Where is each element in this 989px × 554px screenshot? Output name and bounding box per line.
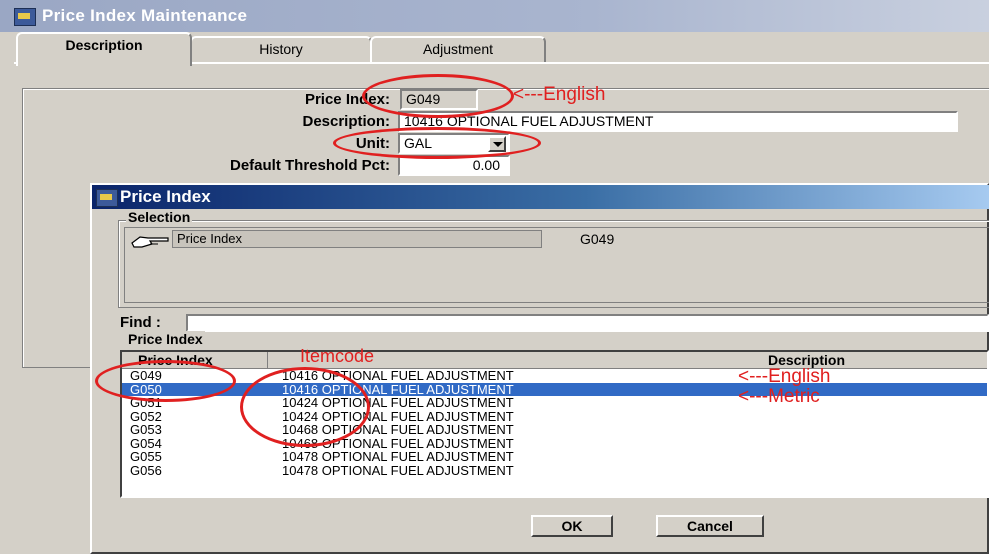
dialog-title-bar[interactable] [92,185,989,209]
table-header: Price Index Description [122,352,987,369]
row-description: 10478 OPTIONAL FUEL ADJUSTMENT [282,462,514,478]
table-row[interactable]: G049 10416 OPTIONAL FUEL ADJUSTMENT [122,369,987,382]
tab-adjustment[interactable]: Adjustment [370,36,546,64]
selection-group-title: Selection [126,209,193,225]
row-price-index: G053 [130,422,162,437]
annotation-metric-row: <---Metric [738,386,820,407]
annotation-ellipse-price-index [362,74,514,118]
app-window-icon [14,8,36,26]
pointing-hand-icon [130,229,170,249]
table-row[interactable]: G055 10478 OPTIONAL FUEL ADJUSTMENT [122,450,987,463]
tab-history[interactable]: History [190,36,372,64]
description-label: Description: [302,113,390,130]
row-price-index: G055 [130,449,162,464]
row-price-index: G052 [130,408,162,424]
find-input[interactable] [186,314,989,332]
tab-description[interactable]: Description [16,32,192,66]
annotation-ellipse-code [95,360,236,402]
dialog-title: Price Index [120,187,211,206]
column-header-description[interactable]: Description [268,352,987,369]
cancel-button[interactable]: Cancel [656,515,764,537]
row-price-index: G054 [130,435,162,451]
row-description: 10478 OPTIONAL FUEL ADJUSTMENT [282,449,514,464]
selection-value: G049 [580,231,615,247]
table-row[interactable]: G056 10478 OPTIONAL FUEL ADJUSTMENT [122,464,987,477]
annotation-english-top: <---English [513,84,606,105]
annotation-ellipse-desc [240,367,370,447]
threshold-label: Default Threshold Pct: [229,157,390,174]
find-label: Find : [120,314,161,331]
annotation-ellipse-unit [333,127,541,159]
dialog-app-icon [96,189,118,207]
annotation-itemcode: Itemcode [300,346,375,366]
table-row[interactable]: G054 10468 OPTIONAL FUEL ADJUSTMENT [122,437,987,450]
selection-label-field: Price Index [172,230,542,248]
window-title: Price Index Maintenance [42,6,248,25]
list-group-title: Price Index [126,331,205,347]
ok-button[interactable]: OK [531,515,613,537]
row-price-index: G056 [130,462,162,478]
annotation-english-row: <---English [738,366,831,387]
